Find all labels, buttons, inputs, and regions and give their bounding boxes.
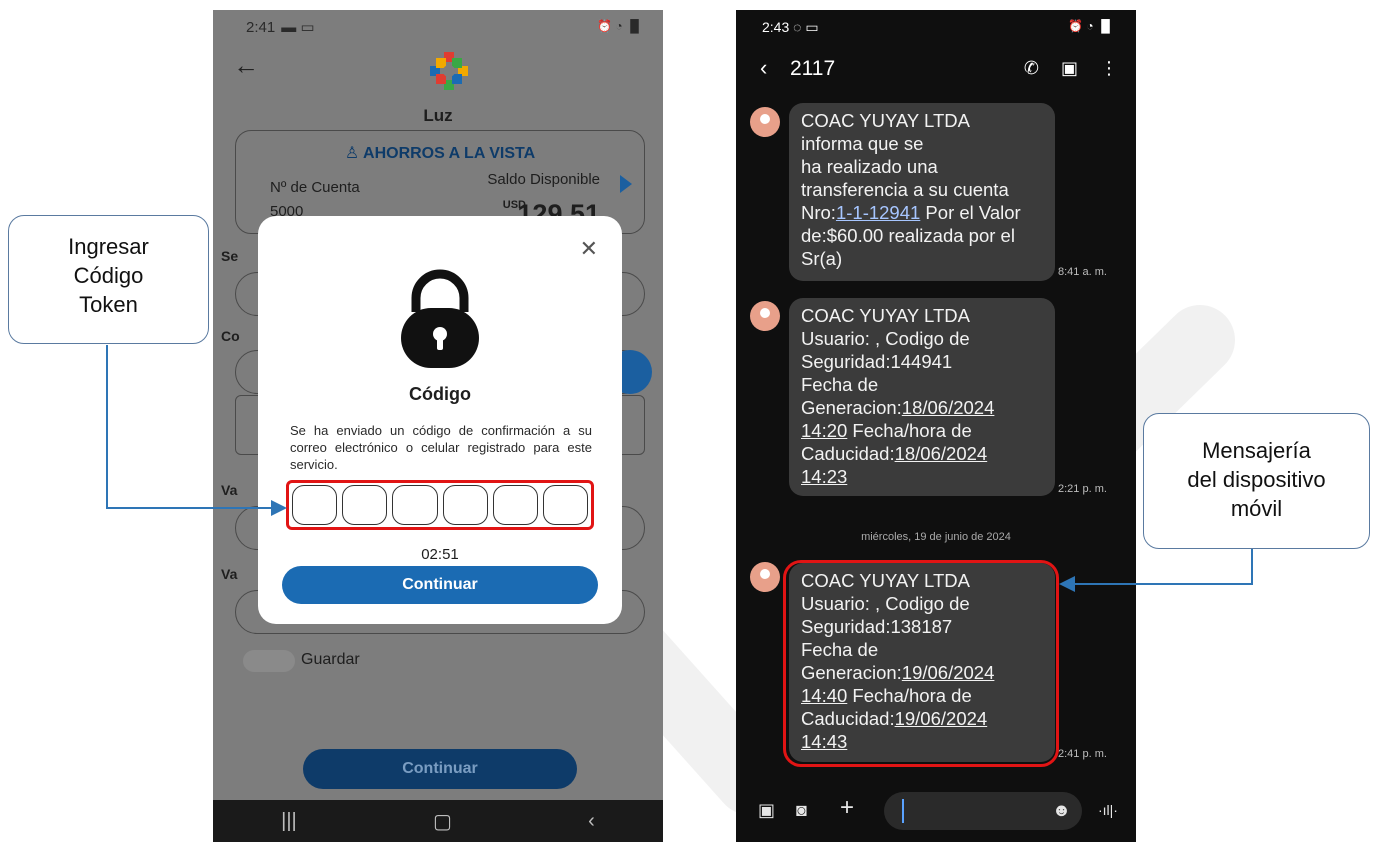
- save-toggle[interactable]: [243, 650, 295, 672]
- arrow-left-icon[interactable]: ←: [233, 50, 259, 81]
- avatar: [750, 562, 780, 592]
- time-link[interactable]: 14:20: [801, 420, 847, 441]
- piggy-bank-icon: ♙: [344, 145, 360, 162]
- callout-line: Ingresar: [68, 234, 149, 259]
- continue-button[interactable]: Continuar: [282, 566, 598, 604]
- code-digit-input[interactable]: [492, 485, 538, 525]
- date-link[interactable]: 18/06/2024: [895, 443, 988, 464]
- header-actions: ✆ ▣ ⋮: [1024, 58, 1118, 79]
- recent-apps-icon[interactable]: |||: [281, 810, 297, 833]
- account-number-label: Nº de Cuenta: [270, 179, 360, 196]
- plus-icon[interactable]: +: [840, 794, 854, 822]
- callout-line: Mensajería: [1202, 438, 1311, 463]
- sms-app-screen: 2:43 ◌ ▭ ⏰ ◔ ▐▌ ‹ 2117 ✆ ▣ ⋮ COAC YUYAY …: [736, 10, 1136, 842]
- banking-app-screen: 2:41 ▬ ▭ ⏰ ◔ ▐▌ ← Luz ♙ AHORROS A LA VIS…: [213, 10, 663, 842]
- back-nav-icon[interactable]: ‹: [588, 810, 595, 833]
- time-link[interactable]: 14:23: [801, 466, 847, 487]
- message-time: 8:41 a. m.: [1058, 266, 1107, 278]
- video-call-icon[interactable]: ▣: [1061, 58, 1078, 79]
- code-digit-input[interactable]: [342, 485, 388, 525]
- message-input[interactable]: ☻: [884, 792, 1082, 830]
- modal-message: Se ha enviado un código de confirmación …: [290, 423, 592, 472]
- play-arrow-icon[interactable]: [620, 175, 632, 193]
- status-icons: ⏰ ◔ ▐▌: [1068, 19, 1114, 33]
- android-nav-bar: ||| ▢ ‹: [213, 800, 663, 842]
- highlight-outline: [783, 560, 1059, 767]
- camera-icon[interactable]: ◙: [796, 800, 807, 821]
- background-label: Va: [221, 566, 238, 582]
- callout-line: Código: [73, 263, 144, 288]
- user-name: Luz: [423, 106, 453, 125]
- gallery-icon[interactable]: ▣: [758, 800, 775, 821]
- code-digit-input[interactable]: [292, 485, 338, 525]
- code-digit-input[interactable]: [542, 485, 589, 525]
- home-icon[interactable]: ▢: [433, 809, 452, 834]
- save-label: Guardar: [301, 651, 360, 668]
- avatar: [750, 301, 780, 331]
- more-options-icon[interactable]: ⋮: [1100, 58, 1118, 79]
- date-link[interactable]: 18/06/2024: [902, 397, 995, 418]
- balance-label: Saldo Disponible: [487, 171, 600, 188]
- voice-icon[interactable]: ·ıl|·: [1098, 802, 1118, 818]
- message-time: 2:41 p. m.: [1058, 748, 1107, 760]
- callout-messaging: Mensajería del dispositivo móvil: [1143, 413, 1370, 549]
- notification-icons: ▬ ▭: [281, 19, 315, 36]
- status-time: 2:41: [246, 18, 276, 36]
- avatar: [750, 107, 780, 137]
- callout-token: Ingresar Código Token: [8, 215, 209, 344]
- modal-title: Código: [409, 384, 471, 404]
- conversation-header: ‹ 2117 ✆ ▣ ⋮: [736, 55, 1136, 89]
- text-cursor: [902, 799, 904, 823]
- code-input-group: [286, 480, 594, 530]
- padlock-icon: [401, 269, 479, 368]
- background-label: Se: [221, 248, 239, 264]
- message-bubble[interactable]: COAC YUYAY LTDA Usuario: , Codigo de Seg…: [789, 298, 1055, 496]
- back-icon[interactable]: ‹: [760, 55, 767, 81]
- account-link[interactable]: 1-1-12941: [836, 202, 920, 223]
- close-icon[interactable]: ✕: [580, 236, 598, 262]
- contact-name: 2117: [790, 57, 836, 80]
- sticker-icon[interactable]: ☻: [1052, 800, 1071, 821]
- code-digit-input[interactable]: [392, 485, 438, 525]
- status-time: 2:43: [762, 19, 790, 35]
- callout-line: móvil: [1230, 496, 1283, 521]
- message-compose-bar: ▣ ◙ + ☻ ·ıl|·: [736, 790, 1136, 834]
- callout-line: del dispositivo: [1187, 467, 1326, 492]
- message-time: 2:21 p. m.: [1058, 483, 1107, 495]
- message-bubble[interactable]: COAC YUYAY LTDA informa que se ha realiz…: [789, 103, 1055, 281]
- bank-logo-icon: [430, 52, 468, 90]
- status-bar: 2:41 ▬ ▭ ⏰ ◔ ▐▌: [213, 10, 663, 44]
- code-digit-input[interactable]: [442, 485, 488, 525]
- date-separator: miércoles, 19 de junio de 2024: [861, 531, 1011, 543]
- countdown-timer: 02:51: [421, 546, 459, 563]
- callout-line: Token: [79, 292, 138, 317]
- code-modal: ✕ Código Se ha enviado un código de conf…: [258, 216, 622, 624]
- background-label: Va: [221, 482, 238, 498]
- background-label: Co: [221, 328, 240, 344]
- status-icons: ⏰ ◔ ▐▌: [597, 19, 643, 33]
- continue-button-disabled[interactable]: Continuar: [303, 749, 577, 789]
- phone-icon[interactable]: ✆: [1024, 58, 1039, 79]
- notification-icons: ◌ ▭: [793, 19, 819, 35]
- status-bar: 2:43 ◌ ▭ ⏰ ◔ ▐▌: [736, 10, 1136, 42]
- account-title: ♙ AHORROS A LA VISTA: [344, 145, 536, 162]
